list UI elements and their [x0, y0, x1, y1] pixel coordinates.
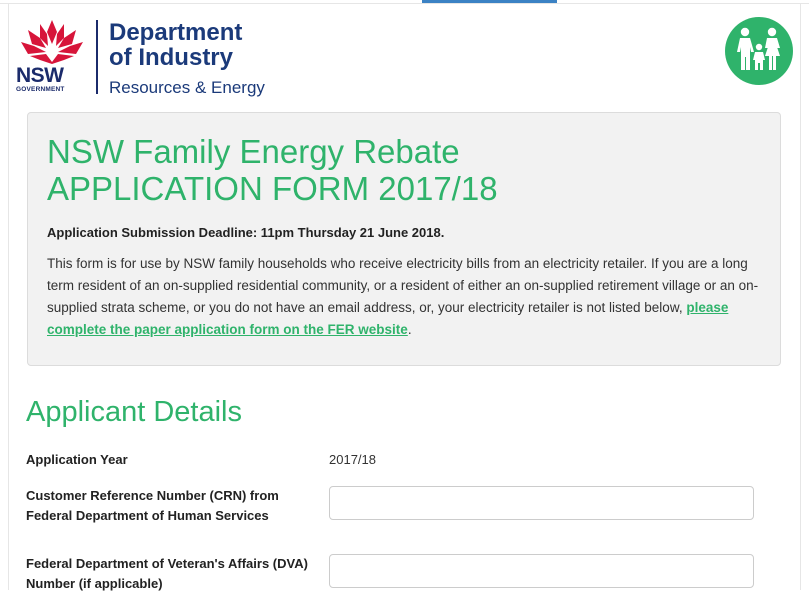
dva-number-label: Federal Department of Veteran's Affairs … [26, 556, 308, 591]
crn-label: Customer Reference Number (CRN) from Fed… [26, 488, 279, 523]
intro-body-text: This form is for use by NSW family house… [47, 256, 759, 315]
department-logo[interactable]: NSW GOVERNMENT Department of Industry Re… [14, 16, 304, 98]
intro-description: This form is for use by NSW family house… [47, 253, 762, 341]
department-subtitle: Resources & Energy [109, 78, 265, 97]
dva-number-input[interactable] [329, 554, 754, 588]
page-border [0, 3, 809, 4]
logo-divider [96, 20, 98, 94]
page-border-right [800, 4, 801, 590]
form-title-line1: NSW Family Energy Rebate [47, 133, 460, 170]
application-year-label: Application Year [26, 452, 128, 467]
family-icon [737, 27, 780, 70]
family-badge [725, 17, 793, 85]
submission-deadline: Application Submission Deadline: 11pm Th… [47, 225, 445, 240]
form-title-line2: APPLICATION FORM 2017/18 [47, 170, 498, 207]
applicant-details-heading: Applicant Details [26, 396, 242, 428]
form-title: NSW Family Energy Rebate APPLICATION FOR… [47, 133, 498, 207]
waratah-icon [21, 20, 83, 64]
crn-input[interactable] [329, 486, 754, 520]
application-year-value: 2017/18 [329, 452, 376, 467]
department-name-line2: of Industry [109, 44, 233, 71]
department-name-line1: Department [109, 19, 243, 46]
government-label: GOVERNMENT [16, 86, 65, 93]
intro-body-end: . [407, 322, 412, 337]
page-border-left [8, 4, 9, 590]
nsw-wordmark: NSW [16, 64, 64, 87]
intro-panel: NSW Family Energy Rebate APPLICATION FOR… [27, 112, 781, 366]
